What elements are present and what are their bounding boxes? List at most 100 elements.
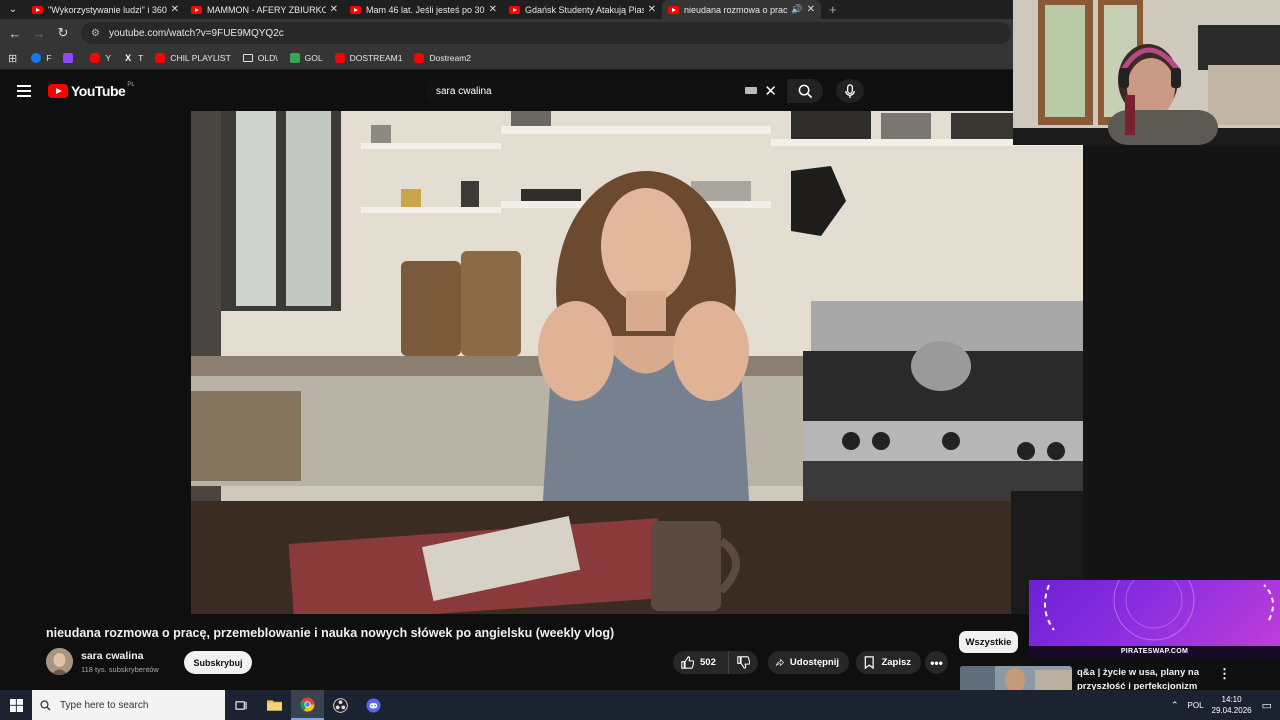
- search-input[interactable]: sara cwalina ✕: [425, 79, 783, 103]
- share-button[interactable]: Udostępnij: [768, 651, 849, 674]
- browser-tab[interactable]: "Wykorzystywanie ludzi" i 3600 ✕: [26, 0, 185, 19]
- browser-tab-active[interactable]: nieudana rozmowa o pracę 🔊 ✕: [662, 0, 821, 19]
- menu-icon[interactable]: [17, 85, 31, 97]
- bookmark-label: OLD\: [257, 53, 278, 63]
- chrome-button[interactable]: [291, 690, 324, 720]
- youtube-favicon-icon: [191, 5, 202, 14]
- more-actions-button[interactable]: •••: [925, 651, 948, 674]
- youtube-header: YouTube PL sara cwalina ✕: [0, 71, 1013, 111]
- address-bar[interactable]: ⚙ youtube.com/watch?v=9FUE9MQYQ2c: [81, 22, 1011, 44]
- bookmark-item[interactable]: Dostream2: [414, 53, 471, 63]
- youtube-icon: [334, 53, 345, 63]
- browser-tab[interactable]: Mam 46 lat. Jeśli jesteś po 30 c ✕: [344, 0, 503, 19]
- browser-toolbar: ← → ↻ ⚙ youtube.com/watch?v=9FUE9MQYQ2c: [0, 19, 1013, 47]
- channel-name[interactable]: sara cwalina: [81, 650, 143, 662]
- reload-icon[interactable]: ↻: [51, 25, 75, 41]
- dislike-button[interactable]: [729, 651, 758, 674]
- tab-title: Mam 46 lat. Jeśli jesteś po 30 c: [366, 4, 485, 15]
- youtube-logo[interactable]: YouTube PL: [48, 82, 135, 99]
- facebook-icon: [31, 53, 42, 63]
- youtube-favicon-icon: [32, 5, 43, 14]
- recommended-thumbnail[interactable]: [960, 666, 1072, 692]
- x-icon: X: [125, 53, 132, 63]
- bookmark-label: T: [138, 53, 144, 63]
- thumbs-down-icon: [737, 656, 750, 669]
- voice-search-button[interactable]: [836, 79, 864, 103]
- bookmark-item[interactable]: DOSTREAM1: [334, 53, 403, 63]
- notifications-icon[interactable]: ▭: [1262, 699, 1272, 712]
- browser-tab[interactable]: MAMMON - AFERY ZBIURKOWE ✕: [185, 0, 344, 19]
- save-label: Zapisz: [881, 657, 911, 668]
- discord-icon: [366, 697, 381, 713]
- back-arrow-icon[interactable]: ←: [3, 26, 27, 41]
- tab-close-icon[interactable]: ✕: [171, 4, 179, 15]
- youtube-favicon-icon: [509, 5, 520, 14]
- bookmark-item[interactable]: [63, 53, 78, 63]
- tab-title: Gdańsk Studenty Atakują Piaste: [525, 4, 644, 15]
- like-button[interactable]: 502: [673, 651, 729, 674]
- tray-chevron-icon[interactable]: ⌃: [1171, 700, 1179, 711]
- discord-button[interactable]: [357, 690, 390, 720]
- video-frame: [191, 111, 1083, 614]
- task-view-icon: [235, 700, 247, 710]
- subscriber-count: 118 tys. subskrybentów: [81, 665, 159, 674]
- apps-grid-icon[interactable]: ⊞: [8, 52, 17, 65]
- windows-icon: [9, 698, 23, 712]
- system-tray: ⌃ POL 14:10 29.04.2026 ▭: [1171, 690, 1280, 720]
- forward-arrow-icon[interactable]: →: [27, 26, 51, 41]
- new-tab-button[interactable]: +: [829, 2, 837, 17]
- more-horizontal-icon: •••: [930, 655, 943, 670]
- vertical-more-icon[interactable]: ⋮: [1218, 666, 1231, 682]
- bookmark-item[interactable]: CHIL PLAYLIST: [155, 53, 231, 63]
- site-info-icon[interactable]: ⚙: [91, 28, 100, 39]
- search-button[interactable]: [787, 79, 823, 103]
- tab-title: MAMMON - AFERY ZBIURKOWE: [207, 4, 326, 15]
- file-explorer-button[interactable]: [258, 690, 291, 720]
- tab-close-icon[interactable]: ✕: [648, 4, 656, 15]
- tab-close-icon[interactable]: ✕: [330, 4, 338, 15]
- bookmark-label: F: [46, 53, 52, 63]
- start-button[interactable]: [0, 690, 32, 720]
- video-title: nieudana rozmowa o pracę, przemeblowanie…: [46, 626, 615, 640]
- thumbnail-image: [960, 666, 1072, 692]
- logo-text: YouTube: [71, 83, 126, 99]
- tab-strip: ⌄ "Wykorzystywanie ludzi" i 3600 ✕ MAMMO…: [0, 0, 1013, 19]
- keyboard-icon[interactable]: [745, 87, 757, 94]
- microphone-icon: [845, 83, 855, 98]
- video-player[interactable]: [191, 111, 1083, 614]
- language-indicator[interactable]: POL: [1188, 701, 1204, 710]
- clock[interactable]: 14:10 29.04.2026: [1212, 694, 1252, 716]
- youtube-icon: [414, 53, 425, 63]
- bookmark-label: DOSTREAM1: [349, 53, 403, 63]
- tab-close-icon[interactable]: ✕: [807, 4, 815, 15]
- bookmark-folder[interactable]: OLD\: [242, 53, 278, 63]
- share-label: Udostępnij: [789, 657, 839, 668]
- subscribe-button[interactable]: Subskrybuj: [184, 651, 252, 674]
- youtube-favicon-icon: [668, 5, 679, 14]
- tab-close-icon[interactable]: ✕: [489, 4, 497, 15]
- ad-banner[interactable]: PIRATESWAP.COM: [1029, 580, 1280, 658]
- youtube-favicon-icon: [350, 5, 361, 14]
- save-button[interactable]: Zapisz: [856, 651, 921, 674]
- taskbar-search-input[interactable]: Type here to search: [32, 690, 225, 720]
- obs-button[interactable]: [324, 690, 357, 720]
- bookmark-item[interactable]: Y: [90, 53, 111, 63]
- bookmark-item[interactable]: XT: [123, 53, 143, 63]
- speaker-icon[interactable]: 🔊: [791, 4, 802, 15]
- ad-brand: PIRATESWAP.COM: [1029, 646, 1280, 658]
- youtube-icon: [155, 53, 166, 63]
- tab-title: nieudana rozmowa o pracę: [684, 4, 789, 15]
- bookmark-item[interactable]: F: [31, 53, 51, 63]
- ad-graphic: [1044, 580, 1274, 641]
- chip-all[interactable]: Wszystkie: [959, 631, 1018, 653]
- task-view-button[interactable]: [225, 690, 258, 720]
- gol-icon: [289, 53, 300, 63]
- bookmarks-bar: ⊞ F Y XT CHIL PLAYLIST OLD\ GOL DOSTREAM…: [0, 47, 1013, 70]
- channel-avatar[interactable]: [46, 648, 73, 675]
- browser-tab[interactable]: Gdańsk Studenty Atakują Piaste ✕: [503, 0, 662, 19]
- avatar-image: [46, 648, 73, 675]
- bookmark-item[interactable]: GOL: [289, 53, 323, 63]
- clear-search-icon[interactable]: ✕: [764, 82, 777, 100]
- bookmark-label: CHIL PLAYLIST: [170, 53, 231, 63]
- tab-search-button[interactable]: ⌄: [0, 0, 26, 19]
